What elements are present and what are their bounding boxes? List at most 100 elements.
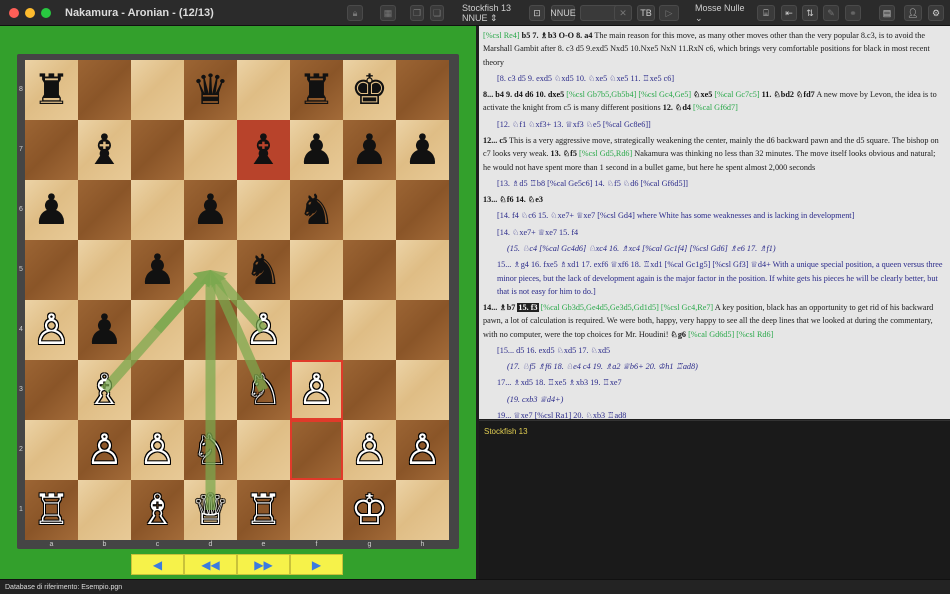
black-king-g8[interactable]: ♚: [343, 60, 396, 120]
black-queen-d8[interactable]: ♛: [184, 60, 237, 120]
notation-line[interactable]: [14. ♘xe7+ ♕xe7 15. f4: [483, 226, 944, 239]
settings-icon[interactable]: ⚙: [928, 5, 944, 21]
square-b8[interactable]: [78, 60, 131, 120]
move-text[interactable]: 11. ♘bd2 ♘fd7: [762, 90, 815, 99]
square-b6[interactable]: [78, 180, 131, 240]
square-g3[interactable]: [343, 360, 396, 420]
square-h6[interactable]: [396, 180, 449, 240]
engine-icon[interactable]: ⊡: [529, 5, 545, 21]
square-g4[interactable]: [343, 300, 396, 360]
square-a5[interactable]: [25, 240, 78, 300]
notation-line[interactable]: [14. f4 ♘c6 15. ♘xe7+ ♕xe7 [%csl Gd4] wh…: [483, 209, 944, 222]
book-icon[interactable]: ⌸: [757, 5, 775, 21]
move-text[interactable]: 14... ♗b7: [483, 303, 517, 312]
square-h5[interactable]: [396, 240, 449, 300]
white-pawn-a4[interactable]: ♙: [25, 300, 78, 360]
move-text[interactable]: 13. ♘f5: [551, 149, 580, 158]
mode-select[interactable]: Mosse Nulle ⌄: [695, 3, 747, 23]
square-e6[interactable]: [237, 180, 290, 240]
square-e2[interactable]: [237, 420, 290, 480]
tb-button[interactable]: TB: [637, 5, 655, 21]
notation-line[interactable]: [15... d5 16. exd5 ♘xd5 17. ♘xd5: [483, 344, 944, 357]
black-knight-f6[interactable]: ♞: [290, 180, 343, 240]
white-queen-d1[interactable]: ♕: [184, 480, 237, 540]
square-f5[interactable]: [290, 240, 343, 300]
white-rook-a1[interactable]: ♖: [25, 480, 78, 540]
previous-move-button[interactable]: ◀: [131, 554, 184, 575]
white-pawn-f3[interactable]: ♙: [290, 360, 343, 420]
square-h8[interactable]: [396, 60, 449, 120]
square-f2[interactable]: [290, 420, 343, 480]
nnue-button[interactable]: NNUE: [550, 5, 576, 21]
square-c3[interactable]: [131, 360, 184, 420]
tool-icon[interactable]: ✎: [823, 5, 839, 21]
square-g5[interactable]: [343, 240, 396, 300]
analyze-icon[interactable]: ⇅: [802, 5, 818, 21]
notation-line[interactable]: 17... ♗xd5 18. ♖xe5 ♗xb3 19. ♖xe7: [483, 376, 944, 389]
white-knight-d2[interactable]: ♘: [184, 420, 237, 480]
notation-line[interactable]: (17. ♘f5 ♗f6 18. ♘e4 c4 19. ♗a2 ♕b6+ 20.…: [483, 360, 944, 373]
square-d5[interactable]: [184, 240, 237, 300]
square-f4[interactable]: [290, 300, 343, 360]
square-c7[interactable]: [131, 120, 184, 180]
next-move-button[interactable]: ▶: [290, 554, 343, 575]
last-move-button[interactable]: ▶▶: [237, 554, 290, 575]
white-pawn-g2[interactable]: ♙: [343, 420, 396, 480]
notation-line[interactable]: [%csl Re4] b5 7. ♗b3 O-O 8. a4 The main …: [483, 29, 944, 69]
notation-line[interactable]: 12... c5 This is a very aggressive move,…: [483, 134, 944, 174]
square-c8[interactable]: [131, 60, 184, 120]
white-pawn-h2[interactable]: ♙: [396, 420, 449, 480]
notation-line[interactable]: 13... ♘f6 14. ♘e3: [483, 193, 944, 206]
notation-line[interactable]: [13. ♗d5 ♖b8 [%cal Ge5c6] 14. ♘f5 ♘d6 [%…: [483, 177, 944, 190]
white-king-g1[interactable]: ♔: [343, 480, 396, 540]
black-pawn-a6[interactable]: ♟: [25, 180, 78, 240]
flip-icon[interactable]: ⇤: [781, 5, 797, 21]
close-window-button[interactable]: [9, 7, 19, 18]
chess-board[interactable]: ♜ ♛ ♜ ♚ ♝ ♝ ♟ ♟ ♟ ♟ ♟ ♞ ♟ ♞ ♟ ♙ ♙ ♗ ♘ ♙ ♙ ♙ ♘ ♙ ♙ ♖ ♗ ♕ ♖ ♔: [25, 60, 449, 540]
zoom-window-button[interactable]: [41, 7, 51, 18]
square-d4[interactable]: [184, 300, 237, 360]
link-icon[interactable]: ⚭: [845, 5, 861, 21]
board-icon[interactable]: ▦: [380, 5, 396, 21]
clear-icon[interactable]: ✕: [614, 5, 632, 21]
move-text[interactable]: ♘g6: [670, 330, 688, 339]
square-c6[interactable]: [131, 180, 184, 240]
notation-line[interactable]: 8... b4 9. d4 d6 10. dxe5 [%csl Gb7b5,Gb…: [483, 88, 944, 115]
minimize-window-button[interactable]: [25, 7, 35, 18]
black-pawn-b4[interactable]: ♟: [78, 300, 131, 360]
black-pawn-d6[interactable]: ♟: [184, 180, 237, 240]
white-knight-e3[interactable]: ♘: [237, 360, 290, 420]
lock-icon[interactable]: 🔒︎: [347, 5, 363, 21]
black-knight-e5[interactable]: ♞: [237, 240, 290, 300]
notation-line[interactable]: (15. ♘c4 [%cal Gc4d6] ♘xc4 16. ♗xc4 [%ca…: [483, 242, 944, 255]
black-pawn-g7[interactable]: ♟: [343, 120, 396, 180]
move-text[interactable]: 12. ♘d4: [663, 103, 693, 112]
square-a3[interactable]: [25, 360, 78, 420]
move-text[interactable]: 13... ♘f6 14. ♘e3: [483, 195, 543, 204]
square-h1[interactable]: [396, 480, 449, 540]
square-a7[interactable]: [25, 120, 78, 180]
move-text[interactable]: b5 7. ♗b3 O-O 8. a4: [522, 31, 593, 40]
engine-select[interactable]: Stockfish 13 NNUE ⇕: [462, 3, 524, 23]
sidebar-icon[interactable]: ▤: [879, 5, 895, 21]
white-pawn-b2[interactable]: ♙: [78, 420, 131, 480]
white-rook-e1[interactable]: ♖: [237, 480, 290, 540]
user-icon[interactable]: 👤︎: [904, 5, 922, 21]
square-f1[interactable]: [290, 480, 343, 540]
square-h3[interactable]: [396, 360, 449, 420]
first-move-button[interactable]: ◀◀: [184, 554, 237, 575]
notation-line[interactable]: [8. c3 d5 9. exd5 ♘xd5 10. ♘xe5 ♘xe5 11.…: [483, 72, 944, 85]
move-text[interactable]: 12... c5: [483, 136, 507, 145]
notation-panel[interactable]: [%csl Re4] b5 7. ♗b3 O-O 8. a4 The main …: [479, 26, 950, 419]
square-h4[interactable]: [396, 300, 449, 360]
black-rook-f8[interactable]: ♜: [290, 60, 343, 120]
play-icon[interactable]: ▷: [659, 5, 679, 21]
notation-line[interactable]: (19. cxb3 ♕d4+): [483, 393, 944, 406]
move-text[interactable]: 8... b4 9. d4 d6 10. dxe5: [483, 90, 566, 99]
square-e8[interactable]: [237, 60, 290, 120]
square-b5[interactable]: [78, 240, 131, 300]
white-pawn-e4[interactable]: ♙: [237, 300, 290, 360]
move-text[interactable]: ♘xe5: [693, 90, 714, 99]
black-bishop-e7[interactable]: ♝: [237, 120, 290, 180]
black-bishop-b7[interactable]: ♝: [78, 120, 131, 180]
